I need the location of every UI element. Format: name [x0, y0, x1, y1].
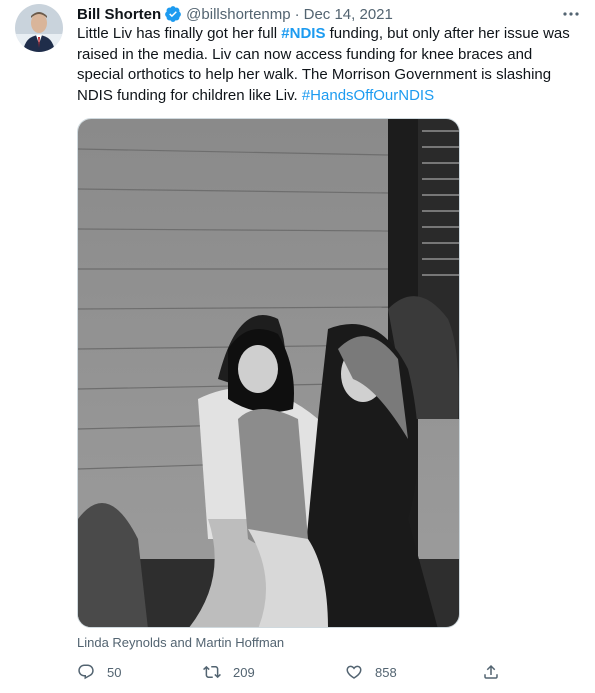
media-caption[interactable]: Linda Reynolds and Martin Hoffman: [77, 635, 284, 650]
tweet[interactable]: Bill Shorten @billshortenmp · Dec 14, 20…: [0, 0, 595, 693]
author-handle[interactable]: @billshortenmp: [186, 6, 290, 23]
retweet-button[interactable]: 209: [203, 662, 255, 682]
like-count: 858: [375, 664, 397, 680]
reply-button[interactable]: 50: [77, 662, 121, 682]
separator-dot: ·: [294, 5, 300, 23]
reply-icon: [78, 664, 94, 680]
author-avatar[interactable]: [15, 4, 63, 52]
retweet-count: 209: [233, 664, 255, 680]
tweet-header: Bill Shorten @billshortenmp · Dec 14, 20…: [77, 4, 393, 24]
tweet-text: Little Liv has finally got her full #NDI…: [77, 24, 582, 106]
share-icon: [484, 664, 498, 679]
hashtag-ndis[interactable]: #NDIS: [281, 25, 325, 42]
hashtag-handsoffourndis[interactable]: #HandsOffOurNDIS: [302, 87, 434, 104]
reply-count: 50: [107, 664, 122, 680]
tweet-text-part1: Little Liv has finally got her full: [77, 25, 282, 42]
author-name[interactable]: Bill Shorten: [77, 6, 161, 23]
share-button[interactable]: [482, 662, 500, 682]
heart-icon: [346, 665, 362, 679]
more-options-icon[interactable]: [561, 6, 581, 22]
tweet-date[interactable]: Dec 14, 2021: [304, 6, 393, 23]
retweet-icon: [203, 665, 221, 679]
tweet-photo[interactable]: [77, 118, 460, 628]
like-button[interactable]: 858: [345, 662, 397, 682]
tweet-actions: 50 209 858: [77, 662, 507, 682]
verified-badge-icon: [165, 6, 182, 22]
